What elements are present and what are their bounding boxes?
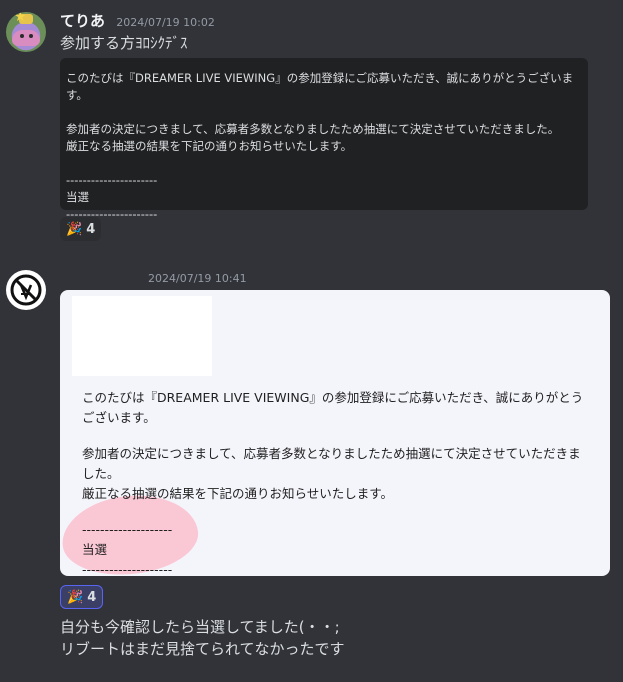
reaction-button[interactable]: 🎉 4	[60, 585, 104, 609]
embed-line: 厳正なる抽選の結果を下記の通りお知らせいたします。	[66, 139, 353, 153]
avatar[interactable]: ★	[6, 12, 46, 52]
embed-result: 当選	[66, 190, 89, 204]
username[interactable]: てりあ 2024/07/19 10:02	[60, 10, 215, 31]
reaction-button[interactable]: 🎉 4	[60, 217, 102, 241]
message-line: リブートはまだ見捨てられてなかったです	[60, 640, 345, 658]
embed-line: このたびは『DREAMER LIVE VIEWING』の参加登録にご応募いただき…	[82, 390, 584, 425]
screenshot-image[interactable]: このたびは『DREAMER LIVE VIEWING』の参加登録にご応募いただき…	[60, 290, 610, 576]
reaction-count: 4	[87, 589, 97, 605]
message-timestamp: 2024/07/19 10:41	[148, 272, 247, 285]
embed-line: 厳正なる抽選の結果を下記の通りお知らせいたします。	[82, 486, 394, 501]
avatar[interactable]	[6, 270, 46, 310]
embed-line: 参加者の決定につきまして、応募者多数となりましたため抽選にて決定させていただきま…	[82, 446, 581, 481]
embed-divider: --------------------	[82, 562, 173, 576]
embed-line: このたびは『DREAMER LIVE VIEWING』の参加登録にご応募いただき…	[66, 71, 574, 102]
embed-divider: ----------------------	[66, 173, 158, 187]
blank-region	[72, 296, 212, 376]
embed-line: 参加者の決定につきまして、応募者多数となりましたため抽選にて決定させていただきま…	[66, 122, 560, 136]
embed-divider: ----------------------	[66, 207, 158, 221]
quoted-embed: このたびは『DREAMER LIVE VIEWING』の参加登録にご応募いただき…	[60, 58, 588, 221]
message-text: 自分も今確認したら当選してました(・・; リブートはまだ見捨てられてなかったです	[60, 616, 345, 660]
message-text: 参加する方ﾖﾛｼｸﾃﾞｽ	[60, 34, 188, 52]
party-popper-icon: 🎉	[66, 221, 83, 237]
circle-logo-icon	[10, 274, 42, 306]
message-timestamp: 2024/07/19 10:02	[116, 16, 215, 29]
party-popper-icon: 🎉	[67, 589, 84, 605]
reaction-count: 4	[86, 221, 96, 237]
embed-result: 当選	[82, 542, 108, 557]
message-line: 自分も今確認したら当選してました(・・;	[60, 618, 340, 636]
embed-divider: --------------------	[82, 522, 173, 537]
